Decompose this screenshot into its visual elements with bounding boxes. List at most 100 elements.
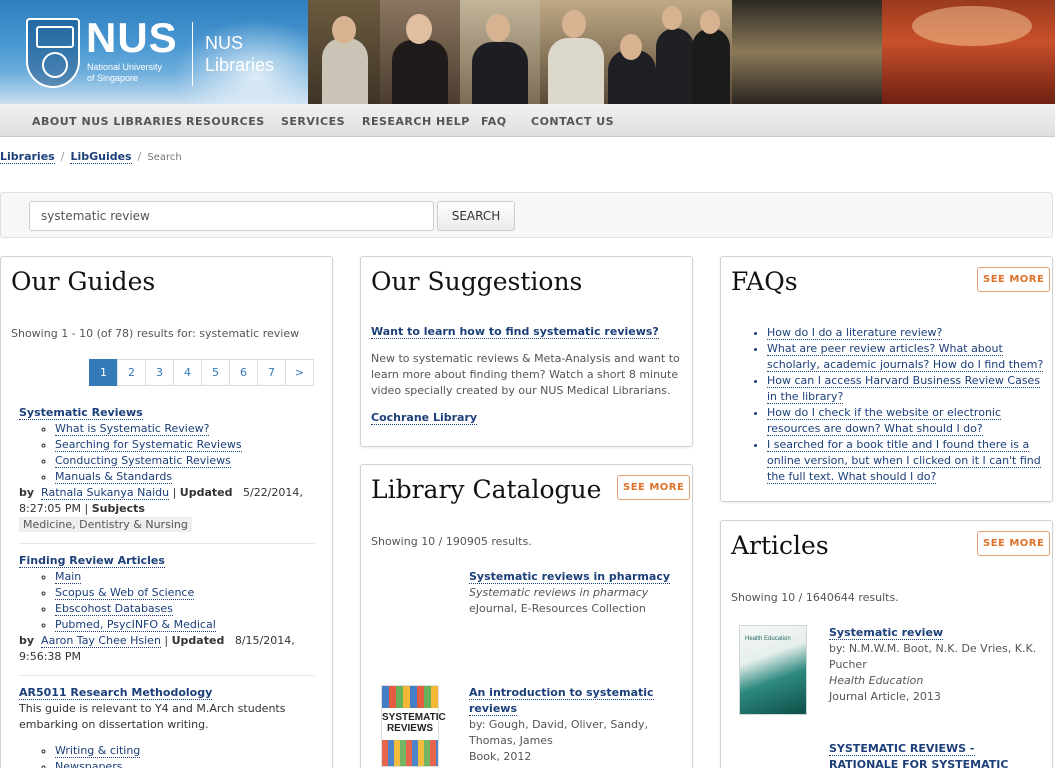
guide-sub-item: Searching for Systematic Reviews	[55, 437, 315, 453]
logo-divider	[192, 22, 193, 86]
guide-sub-item: Writing & citing	[55, 743, 315, 759]
breadcrumb-separator: /	[60, 150, 65, 163]
catalogue-item: An introduction to systematic reviews by…	[469, 685, 679, 765]
nav-research-help[interactable]: RESEARCH HELP	[362, 115, 470, 128]
banner-photo-library-interior	[732, 0, 882, 104]
panel-title: Our Suggestions	[371, 267, 583, 296]
updated-time: 9:56:38 PM	[19, 650, 82, 663]
see-more-button[interactable]: SEE MORE	[977, 267, 1051, 292]
article-title-link[interactable]: Systematic review	[829, 626, 944, 640]
guide-sub-link[interactable]: Main	[55, 570, 82, 584]
page-next[interactable]: >	[285, 359, 314, 386]
breadcrumb-libguides[interactable]: LibGuides	[70, 150, 132, 164]
panel-title: Our Guides	[11, 267, 156, 296]
search-button[interactable]: SEARCH	[437, 201, 515, 231]
guide-sub-item: Conducting Systematic Reviews	[55, 453, 315, 469]
catalogue-authors: by: Gough, David, Oliver, Sandy, Thomas,…	[469, 718, 649, 747]
page-5[interactable]: 5	[201, 359, 230, 386]
nav-services[interactable]: SERVICES	[281, 115, 345, 128]
article-authors: by: N.M.W.M. Boot, N.K. De Vries, K.K. P…	[829, 642, 1037, 671]
journal-cover-title: Health Education	[745, 636, 791, 642]
banner-photo-person	[460, 0, 540, 104]
guide-sub-item: Ebscohost Databases	[55, 601, 315, 617]
faq-link[interactable]: How do I do a literature review?	[767, 326, 943, 340]
updated-date: 5/22/2014,	[242, 486, 303, 499]
articles-panel: Articles SEE MORE Showing 10 / 1640644 r…	[720, 520, 1053, 768]
guide-sub-link[interactable]: Manuals & Standards	[55, 470, 173, 484]
nus-crest-icon	[26, 18, 80, 88]
nav-faq[interactable]: FAQ	[481, 115, 507, 128]
journal-cover-image[interactable]: Health Education	[739, 625, 807, 715]
catalogue-item: Systematic reviews in pharmacy Systemati…	[469, 569, 679, 617]
page-1[interactable]: 1	[89, 359, 118, 386]
nav-about-nus-libraries[interactable]: ABOUT NUS LIBRARIES	[32, 115, 182, 128]
catalogue-title-link[interactable]: An introduction to systematic reviews	[469, 686, 654, 716]
header-banner: NUS National University of Singapore NUS…	[0, 0, 1055, 104]
guide-sub-link[interactable]: Pubmed, PsycINFO & Medical	[55, 618, 216, 632]
guide-author-link[interactable]: Ratnala Sukanya Naidu	[41, 486, 170, 500]
catalogue-title-link[interactable]: Systematic reviews in pharmacy	[469, 570, 671, 584]
page-2[interactable]: 2	[117, 359, 146, 386]
libraries-line2: Libraries	[205, 55, 275, 75]
suggestion-link[interactable]: Want to learn how to find systematic rev…	[371, 325, 659, 339]
guide-item: Finding Review Articles Main Scopus & We…	[19, 553, 315, 665]
guide-sub-link[interactable]: Newspapers	[55, 760, 123, 768]
book-cover-image[interactable]: SYSTEMATIC REVIEWS	[381, 685, 446, 767]
puzzle-graphic	[382, 740, 438, 766]
faq-item: How do I do a literature review?	[767, 325, 1047, 341]
faq-list: How do I do a literature review? What ar…	[767, 325, 1047, 485]
library-catalogue-panel: Library Catalogue SEE MORE Showing 10 / …	[360, 464, 693, 768]
guide-sub-item: Newspapers	[55, 759, 315, 768]
guide-sub-link[interactable]: Scopus & Web of Science	[55, 586, 195, 600]
breadcrumb-libraries[interactable]: Libraries	[0, 150, 55, 164]
suggestion-item: Cochrane Library	[371, 411, 478, 425]
nav-contact-us[interactable]: CONTACT US	[531, 115, 614, 128]
guide-sub-item: Scopus & Web of Science	[55, 585, 315, 601]
faq-link[interactable]: What are peer review articles? What abou…	[767, 342, 1044, 372]
guide-title-link[interactable]: Finding Review Articles	[19, 554, 165, 568]
guide-title-link[interactable]: Systematic Reviews	[19, 406, 143, 420]
catalogue-subtitle: Systematic reviews in pharmacy	[469, 586, 649, 599]
guide-sub-list: Main Scopus & Web of Science Ebscohost D…	[55, 569, 315, 633]
guide-sub-link[interactable]: What is Systematic Review?	[55, 422, 210, 436]
subject-tag[interactable]: Medicine, Dentistry & Nursing	[19, 517, 192, 532]
breadcrumb-current: Search	[147, 152, 182, 163]
suggestion-description: New to systematic reviews & Meta-Analysi…	[371, 352, 680, 397]
catalogue-type: eJournal, E-Resources Collection	[469, 602, 646, 615]
article-title-link[interactable]: SYSTEMATIC REVIEWS - RATIONALE FOR SYSTE…	[829, 742, 1009, 768]
see-more-button[interactable]: SEE MORE	[977, 531, 1051, 556]
faq-link[interactable]: How can I access Harvard Business Review…	[767, 374, 1041, 404]
logo-subtitle: National University of Singapore	[87, 62, 162, 84]
guide-item: Systematic Reviews What is Systematic Re…	[19, 405, 315, 533]
page-4[interactable]: 4	[173, 359, 202, 386]
faq-link[interactable]: How do I check if the website or electro…	[767, 406, 1002, 436]
main-navigation: ABOUT NUS LIBRARIES RESOURCES SERVICES R…	[0, 104, 1055, 137]
guide-sub-link[interactable]: Writing & citing	[55, 744, 141, 758]
faq-item: How do I check if the website or electro…	[767, 405, 1047, 437]
guide-title-link[interactable]: AR5011 Research Methodology	[19, 686, 213, 700]
page-6[interactable]: 6	[229, 359, 258, 386]
guide-sub-link[interactable]: Searching for Systematic Reviews	[55, 438, 242, 452]
our-suggestions-panel: Our Suggestions Want to learn how to fin…	[360, 256, 693, 447]
faq-item: What are peer review articles? What abou…	[767, 341, 1047, 373]
guide-sub-link[interactable]: Ebscohost Databases	[55, 602, 173, 616]
guide-sub-link[interactable]: Conducting Systematic Reviews	[55, 454, 231, 468]
search-input[interactable]	[29, 201, 434, 231]
subjects-label: Subjects	[91, 502, 145, 515]
divider	[19, 675, 315, 676]
nav-resources[interactable]: RESOURCES	[186, 115, 265, 128]
pagination: 1 2 3 4 5 6 7 >	[89, 359, 314, 386]
page-7[interactable]: 7	[257, 359, 286, 386]
nus-libraries-logo[interactable]: NUS National University of Singapore NUS…	[0, 0, 320, 104]
faq-link[interactable]: I searched for a book title and I found …	[767, 438, 1041, 484]
updated-date: 8/15/2014,	[234, 634, 295, 647]
page-3[interactable]: 3	[145, 359, 174, 386]
guide-byline: by Ratnala Sukanya Naidu | Updated 5/22/…	[19, 486, 303, 532]
cochrane-library-link[interactable]: Cochrane Library	[371, 411, 478, 425]
breadcrumb-separator: /	[137, 150, 142, 163]
panel-title: Library Catalogue	[371, 475, 602, 504]
see-more-button[interactable]: SEE MORE	[617, 475, 691, 500]
guide-author-link[interactable]: Aaron Tay Chee Hsien	[41, 634, 161, 648]
updated-time: 8:27:05 PM	[19, 502, 82, 515]
article-type: Journal Article, 2013	[829, 690, 941, 703]
